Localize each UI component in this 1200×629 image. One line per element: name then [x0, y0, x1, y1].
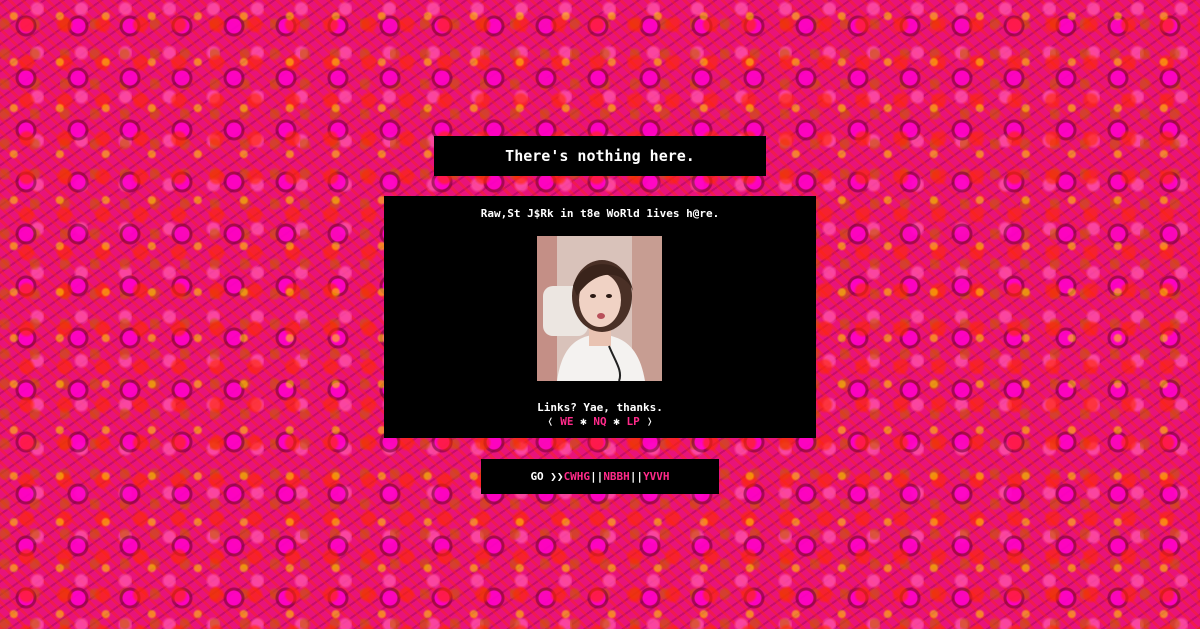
- link-cwhg[interactable]: CWHG: [564, 470, 591, 483]
- tagline-text: Raw,St J$Rk in t8e WoRld 1ives h@re.: [480, 207, 720, 220]
- link-nbbh[interactable]: NBBH: [603, 470, 630, 483]
- star-separator: ✱: [580, 415, 587, 428]
- go-links-bar: GO ❯❯ CWHG || NBBH || YVVH: [481, 459, 719, 494]
- pipe-separator: ||: [629, 470, 644, 483]
- heading-banner: There's nothing here.: [434, 136, 766, 176]
- inline-links-row: ❬ WE ✱ NQ ✱ LP ❭: [384, 415, 816, 428]
- photo-illustration: [537, 236, 662, 381]
- go-label: GO ❯❯: [530, 470, 564, 483]
- link-yvvh[interactable]: YVVH: [643, 470, 670, 483]
- links-prompt: Links? Yae, thanks.: [537, 401, 663, 414]
- link-we[interactable]: WE: [560, 415, 573, 428]
- bracket-close: ❭: [646, 415, 653, 428]
- bracket-open: ❬: [547, 415, 554, 428]
- featured-photo[interactable]: [537, 236, 662, 381]
- page-title: There's nothing here.: [505, 147, 695, 165]
- star-separator: ✱: [613, 415, 620, 428]
- pipe-separator: ||: [590, 470, 604, 483]
- link-nq[interactable]: NQ: [593, 415, 606, 428]
- content-panel: Raw,St J$Rk in t8e WoRld 1ives h@re. Lin…: [384, 196, 816, 438]
- link-lp[interactable]: LP: [627, 415, 640, 428]
